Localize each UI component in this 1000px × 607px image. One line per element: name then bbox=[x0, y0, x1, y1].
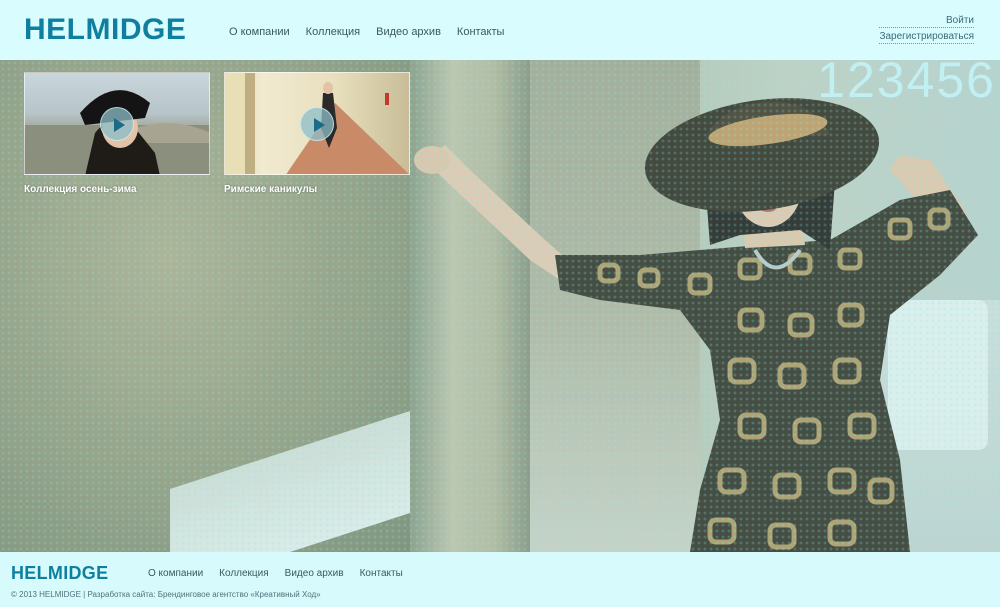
footer-nav-about[interactable]: О компании bbox=[148, 568, 203, 579]
video-card-autumn-winter[interactable]: Коллекция осень-зима bbox=[24, 72, 210, 195]
auth-links: Войти Зарегистрироваться bbox=[879, 14, 974, 46]
login-link[interactable]: Войти bbox=[879, 14, 974, 28]
nav-contacts[interactable]: Контакты bbox=[457, 26, 505, 38]
video-title[interactable]: Римские каникулы bbox=[224, 184, 410, 195]
nav-about[interactable]: О компании bbox=[229, 26, 290, 38]
site-header: HELMIDGE О компании Коллекция Видео архи… bbox=[0, 0, 1000, 60]
main-nav: О компании Коллекция Видео архив Контакт… bbox=[229, 26, 504, 38]
register-link[interactable]: Зарегистрироваться bbox=[879, 30, 974, 44]
slide-counter: 123456 bbox=[817, 52, 996, 108]
footer-nav-collection[interactable]: Коллекция bbox=[219, 568, 269, 579]
footer-nav: О компании Коллекция Видео архив Контакт… bbox=[148, 568, 403, 579]
copyright-text: © 2013 HELMIDGE | Разработка сайта: Брен… bbox=[11, 590, 321, 599]
footer-nav-video-archive[interactable]: Видео архив bbox=[285, 568, 344, 579]
footer-nav-contacts[interactable]: Контакты bbox=[360, 568, 403, 579]
site-footer: HELMIDGE О компании Коллекция Видео архи… bbox=[0, 552, 1000, 607]
nav-collection[interactable]: Коллекция bbox=[306, 26, 360, 38]
video-title[interactable]: Коллекция осень-зима bbox=[24, 184, 210, 195]
footer-logo[interactable]: HELMIDGE bbox=[11, 563, 108, 583]
video-thumbnail[interactable] bbox=[24, 72, 210, 175]
nav-video-archive[interactable]: Видео архив bbox=[376, 26, 441, 38]
site-logo[interactable]: HELMIDGE bbox=[24, 14, 186, 46]
play-icon[interactable] bbox=[100, 106, 134, 141]
play-icon[interactable] bbox=[300, 106, 334, 141]
video-card-roman-holiday[interactable]: Римские каникулы bbox=[224, 72, 410, 195]
video-thumbnail[interactable] bbox=[224, 72, 410, 175]
